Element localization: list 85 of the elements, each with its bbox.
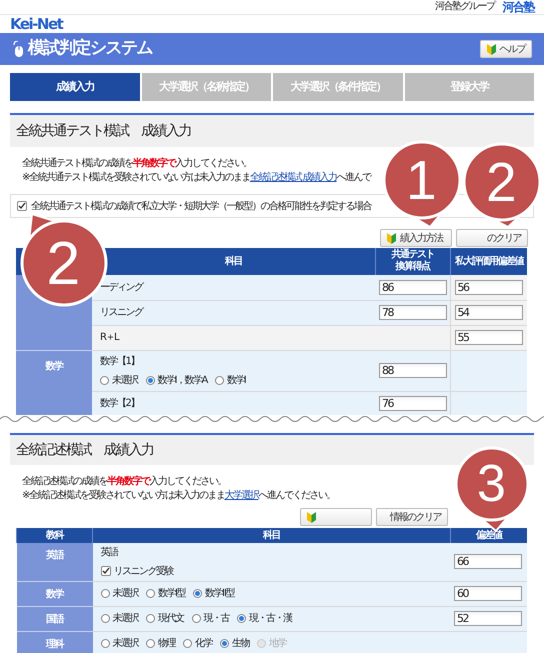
instruction-text: ※全統記述模試を受験されていない方は未入力のまま大学選択へ進んでください。 [22,489,336,502]
radio-label: 生物 [232,636,249,651]
score-field[interactable]: 54 [454,305,522,320]
exam-link[interactable]: 全統記述模試 成績入力 [250,172,337,183]
checkbox[interactable] [100,566,110,576]
radio-button[interactable] [100,639,110,648]
nav-tab[interactable]: 成績入力 [10,73,140,101]
instruction-text: 全統共通テスト模試の成績を半角数字で入力してください。 [22,157,252,170]
column-header: 共通テスト換算得点 [390,249,435,273]
leaf-icon [307,511,316,523]
checkbox[interactable] [17,201,27,211]
app-title: 模試判定システム [28,37,152,60]
radio-label: 未選択 [112,374,138,388]
radio-button[interactable] [100,614,110,623]
radio-label: 数学Ⅰ [226,374,246,388]
score-field[interactable]: 52 [454,611,522,626]
radio-button[interactable] [100,589,110,598]
radio-button[interactable] [183,639,192,648]
score-field[interactable]: 60 [454,586,522,601]
radio-label: 現・古・漢 [249,612,292,626]
radio-button[interactable] [146,614,155,623]
callout-number: 3 [476,458,506,510]
score-field[interactable]: 86 [379,280,447,295]
callout-number: 2 [46,232,80,294]
checkbox-label: リスニング受験 [114,564,173,579]
radio-button[interactable] [237,614,246,623]
row-label: リスニング [100,306,144,320]
radio-button[interactable] [220,639,229,648]
column-header: 科目 [92,528,450,543]
input-guide-button[interactable]: 績入力方法 [380,229,452,247]
section-title: 全統記述模試 成績入力 [16,440,154,460]
clear-button[interactable]: 情報のクリア [376,508,448,526]
row-label: 英語 [100,546,119,560]
row-label: R＋L [100,331,120,345]
site-logo[interactable]: Kei-Net [10,16,62,32]
radio-button[interactable] [100,376,109,384]
subject-cell: 理科 [16,631,92,653]
callout-number: 2 [486,154,517,210]
radio-button[interactable] [214,376,224,384]
row-label: 数学【2】 [100,396,140,411]
help-button[interactable]: ヘルプ [480,40,532,58]
radio-label: 数学Ⅰ型 [158,586,185,601]
callout-number: 1 [406,152,437,208]
column-header: 科目 [225,256,242,268]
score-field[interactable]: 66 [454,554,522,570]
section-title: 全統共通テスト模試 成績入力 [16,122,191,140]
radio-button[interactable] [192,614,200,623]
clear-button[interactable]: のクリア [456,229,528,247]
subject-cell: 国語 [16,606,92,631]
score-field[interactable]: 56 [454,280,522,295]
university-select-link[interactable]: 大学選択 [224,490,258,501]
group-label: 河合塾グループ [435,1,494,13]
radio-button[interactable] [146,639,155,648]
row-label: ーディング [100,280,144,295]
radio-button[interactable] [192,589,202,598]
score-field[interactable]: 76 [379,396,447,411]
input-guide-button[interactable] [300,508,372,526]
radio-button[interactable] [146,376,154,384]
option-label: 全統共通テスト模試の成績で私立大学・短期大学（一般型）の合格可能性を判定する場合 [31,200,371,214]
leaf-icon [486,43,496,55]
score-field[interactable]: 88 [379,363,447,378]
radio-label: 数学Ⅰ，数学A [158,374,207,388]
radio-label: 物理 [158,637,175,651]
radio-label: 現代文 [158,612,184,626]
subject-cell: 英語 [16,543,92,581]
score-field[interactable]: 55 [454,330,522,345]
leaf-icon [387,232,396,244]
instruction-text: 全統記述模試の成績を半角数字で入力してください。 [22,475,227,488]
radio-label: 地学 [269,636,286,651]
radio-label: 未選択 [112,636,138,651]
subject-label: 数学 [46,360,62,372]
column-header: 私大評価用偏差値 [454,256,523,268]
brand-logo[interactable]: 河合塾 [502,0,534,14]
column-header: 偏差値 [450,528,527,543]
score-field[interactable]: 78 [379,305,447,320]
radio-label: 数学Ⅱ型 [204,586,234,601]
radio-label: 化学 [195,637,212,651]
mouse-icon [12,40,24,58]
column-header: 教科 [16,528,92,543]
radio-label: 未選択 [112,612,138,626]
radio-label: 未選択 [112,586,138,601]
row-label: 数学【1】 [100,354,140,368]
radio-button[interactable] [146,589,155,598]
radio-label: 現・古 [204,612,229,626]
subject-cell: 数学 [16,581,92,606]
